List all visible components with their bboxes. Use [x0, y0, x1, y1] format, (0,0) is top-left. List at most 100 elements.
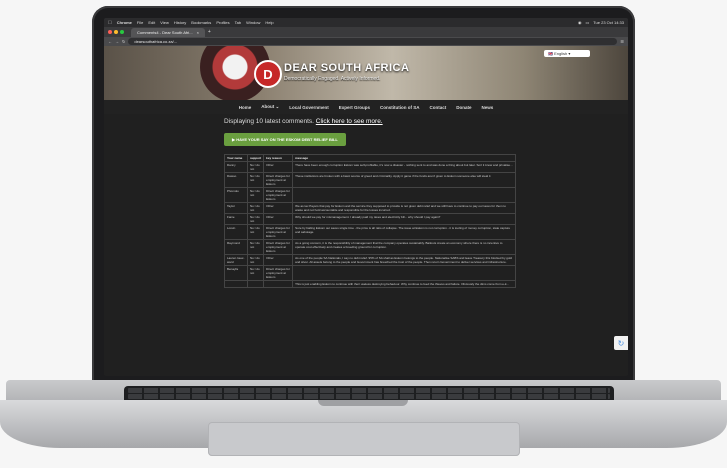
latest-text: Displaying 10 latest comments. — [224, 118, 314, 125]
browser-tab[interactable]: Comments4 - Dear South Afri... × — [131, 28, 205, 37]
table-row: Taylor No I do not Other We as tax Payers t… — [224, 202, 516, 214]
have-your-say-button[interactable]: ▶ HAVE YOUR SAY ON THE ESKOM DEBT RELIEF… — [224, 133, 346, 146]
nav-expert-groups[interactable]: Expert Groups — [339, 105, 370, 110]
table-row: Lorein No I do not Direct charges for empl… — [224, 224, 516, 240]
cell-support: No I do not — [246, 202, 265, 214]
nav-home[interactable]: Home — [239, 105, 252, 110]
cell-name: Dawoo — [224, 172, 248, 188]
cell-support: No I do not — [246, 213, 265, 225]
recaptcha-icon[interactable]: ↻ — [614, 336, 628, 350]
cell-support: No I do not — [246, 224, 265, 240]
cell-reason: Other — [263, 213, 294, 225]
maximize-window-icon[interactable] — [120, 30, 124, 34]
cell-reason — [263, 280, 294, 288]
cell-reason: Direct charges for employment at Eskom — [263, 187, 294, 203]
address-bar: ← → ↻ dearsouthafrica.co.za/... ☰ — [104, 37, 628, 46]
language-label: English — [554, 51, 568, 56]
cell-message: These institutions are broken with a bas… — [292, 172, 516, 188]
site-logo[interactable]: D — [254, 60, 282, 88]
cell-reason: Other — [263, 202, 294, 214]
col-reason: key reason — [263, 154, 294, 162]
menu-history[interactable]: History — [174, 20, 186, 25]
table-header-row: Your name support key reason message — [224, 154, 516, 162]
menu-help[interactable]: Help — [265, 20, 273, 25]
cell-name: Phomolo — [224, 187, 248, 203]
nav-news[interactable]: News — [482, 105, 494, 110]
cell-message: Sure by bailing Eskom out saves single t… — [292, 224, 516, 240]
new-tab-icon[interactable]: + — [208, 29, 211, 35]
table-row: This is just enabling Eskom to continue … — [224, 280, 516, 288]
site-tagline: Democratically Engaged. Actively Informe… — [284, 76, 381, 82]
table-row: Phomolo No I do not Direct charges for emp… — [224, 187, 516, 203]
cell-reason: Direct charges for employment at Eskom — [263, 265, 294, 281]
nav-local-government[interactable]: Local Government — [289, 105, 329, 110]
cell-message: As a going concern, it is the responsibi… — [292, 239, 516, 255]
keyboard-deck — [6, 380, 721, 418]
apple-icon[interactable]:  — [108, 20, 112, 26]
nav-constitution[interactable]: Constitution of SA — [380, 105, 420, 110]
site-header-banner: D DEAR SOUTH AFRICA Democratically Engag… — [104, 46, 628, 100]
minimize-window-icon[interactable] — [114, 30, 118, 34]
wifi-icon[interactable]: ◉ — [578, 20, 582, 25]
cell-reason: Direct charges for employment at Eskom — [263, 224, 294, 240]
col-message: message — [292, 154, 516, 162]
table-row: Danny No I do not Other There have been eno… — [224, 161, 516, 173]
close-window-icon[interactable] — [108, 30, 112, 34]
back-icon[interactable]: ← — [108, 39, 112, 44]
main-content: Displaying 10 latest comments. Click her… — [104, 118, 628, 288]
tab-title: Comments4 - Dear South Afri... — [137, 30, 193, 35]
cell-name: Taylor — [224, 202, 248, 214]
clock[interactable]: Tue 23 Oct 14:33 — [593, 20, 624, 25]
extensions-icon[interactable]: ☰ — [620, 39, 624, 44]
url-field[interactable]: dearsouthafrica.co.za/... — [128, 38, 618, 45]
menu-edit[interactable]: Edit — [148, 20, 155, 25]
col-support: support — [246, 154, 265, 162]
cell-name: Lorein — [224, 224, 248, 240]
table-row: Lauren louw-ward No I do not Other As one o… — [224, 254, 516, 266]
cell-message — [292, 265, 516, 281]
see-more-link[interactable]: Click here to see more. — [316, 118, 383, 125]
site-title[interactable]: DEAR SOUTH AFRICA — [284, 62, 409, 74]
trackpad — [208, 422, 520, 456]
nav-about[interactable]: About ⌄ — [261, 104, 279, 110]
col-name: Your name — [224, 154, 248, 162]
cell-message: There have been enough corruption Eskom … — [292, 161, 516, 173]
cell-support: No I do not — [246, 265, 265, 281]
browser-tabbar: Comments4 - Dear South Afri... × + — [104, 27, 628, 37]
cell-reason: Direct charges for employment at Eskom — [263, 239, 294, 255]
menu-view[interactable]: View — [160, 20, 169, 25]
cell-name: Lauren louw-ward — [224, 254, 248, 266]
menu-profiles[interactable]: Profiles — [216, 20, 229, 25]
language-selector[interactable]: 🇬🇧 English ▾ — [544, 50, 590, 57]
cell-support — [246, 280, 265, 288]
laptop-screen:  Chrome File Edit View History Bookmark… — [104, 18, 628, 376]
cell-message: We as tax Payers that pay for Eskom and … — [292, 202, 516, 214]
latest-comments-notice: Displaying 10 latest comments. Click her… — [224, 118, 628, 125]
menu-file[interactable]: File — [137, 20, 143, 25]
cell-support: No I do not — [246, 172, 265, 188]
cell-reason: Direct charges for employment at Eskom — [263, 172, 294, 188]
cell-name: Raymond — [224, 239, 248, 255]
window-controls — [108, 30, 124, 34]
menu-tab[interactable]: Tab — [235, 20, 241, 25]
nav-donate[interactable]: Donate — [456, 105, 471, 110]
reload-icon[interactable]: ↻ — [122, 39, 125, 44]
forward-icon[interactable]: → — [115, 39, 119, 44]
menubar-app[interactable]: Chrome — [117, 20, 132, 25]
cell-name: Fanie — [224, 213, 248, 225]
menu-bookmarks[interactable]: Bookmarks — [191, 20, 211, 25]
battery-icon[interactable]: ▭ — [585, 20, 589, 25]
lid-notch — [318, 400, 408, 406]
cell-support: No I do not — [246, 187, 265, 203]
cell-message: As one of the people SA Nationals, I say… — [292, 254, 516, 266]
table-row: Fanie No I do not Other Why should we pay f… — [224, 213, 516, 225]
nav-contact[interactable]: Contact — [430, 105, 447, 110]
table-row: Benayfa No I do not Direct charges for emp… — [224, 265, 516, 281]
cell-name: Benayfa — [224, 265, 248, 281]
tab-close-icon[interactable]: × — [197, 30, 199, 35]
menu-window[interactable]: Window — [246, 20, 260, 25]
table-row: Dawoo No I do not Direct charges for emplo… — [224, 172, 516, 188]
cell-name: Danny — [224, 161, 248, 173]
cell-message: Why should we pay for mismanagement. I a… — [292, 213, 516, 225]
laptop-base — [0, 380, 727, 468]
